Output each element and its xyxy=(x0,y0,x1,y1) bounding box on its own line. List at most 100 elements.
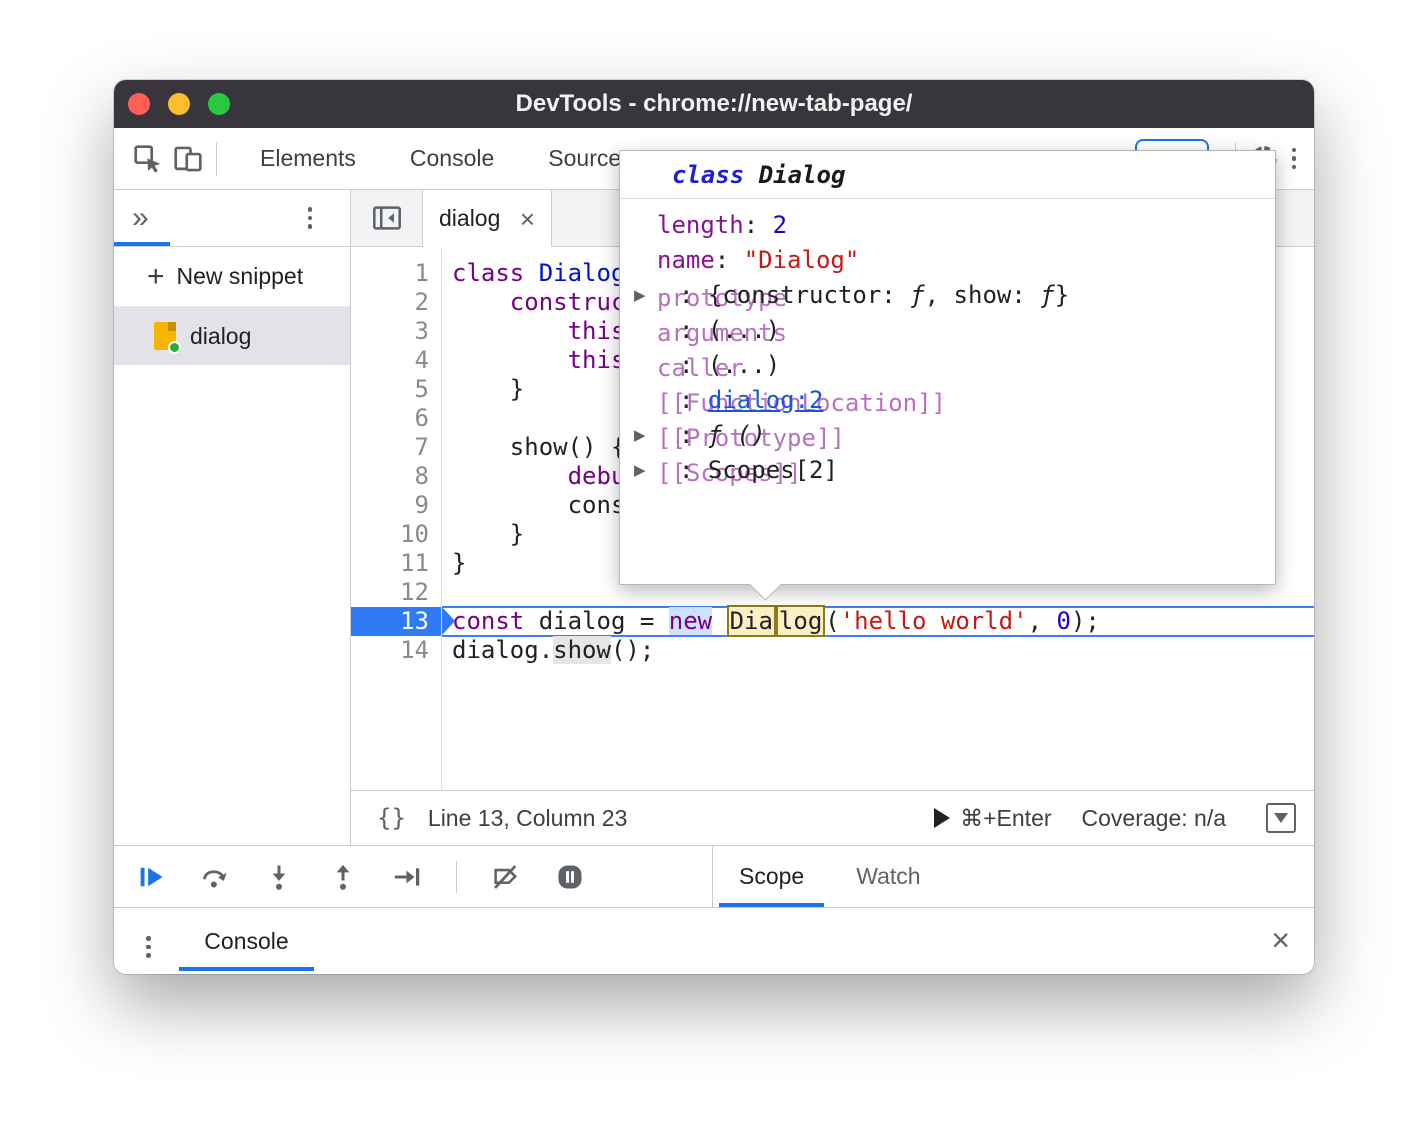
property-name: arguments xyxy=(657,319,679,341)
snippet-item-label: dialog xyxy=(190,323,251,350)
property-value: ƒ () xyxy=(708,421,766,449)
unsaved-dot-badge xyxy=(168,341,181,354)
toolbar-separator xyxy=(216,142,217,176)
drawer-tab-console[interactable]: Console xyxy=(179,908,314,974)
line-number[interactable]: 7 xyxy=(351,433,441,462)
cursor-position-label: Line 13, Column 23 xyxy=(428,805,627,832)
console-drawer: Console × xyxy=(114,907,1314,974)
tab-watch[interactable]: Watch xyxy=(830,846,946,907)
popup-row: arguments: (...) xyxy=(620,312,1275,347)
property-value: dialog:2 xyxy=(708,386,824,414)
more-options-icon[interactable] xyxy=(1284,140,1305,178)
close-tab-icon[interactable]: × xyxy=(520,206,535,232)
new-snippet-button[interactable]: + New snippet xyxy=(114,247,350,307)
line-number[interactable]: 11 xyxy=(351,549,441,578)
close-window-button[interactable] xyxy=(128,93,150,115)
popup-row: caller: (...) xyxy=(620,347,1275,382)
property-name: caller xyxy=(657,354,679,376)
object-popover: class Dialog length: 2name: "Dialog"▶pro… xyxy=(619,150,1276,585)
property-value: "Dialog" xyxy=(744,246,860,274)
line-number[interactable]: 3 xyxy=(351,317,441,346)
editor-tab-label: dialog xyxy=(439,205,500,232)
devtools-window: DevTools - chrome://new-tab-page/ Elemen… xyxy=(114,80,1314,974)
popup-row: name: "Dialog" xyxy=(620,242,1275,277)
title-bar: DevTools - chrome://new-tab-page/ xyxy=(114,80,1314,128)
code-line[interactable]: dialog.show(); xyxy=(452,636,1314,665)
snippet-item-dialog[interactable]: dialog xyxy=(114,307,350,365)
resume-script-icon[interactable] xyxy=(134,860,168,894)
inspect-element-icon[interactable] xyxy=(128,139,168,179)
line-number[interactable]: 6 xyxy=(351,404,441,433)
popup-rows: length: 2name: "Dialog"▶prototype: {cons… xyxy=(620,199,1275,487)
popup-row: [[FunctionLocation]]: dialog:2 xyxy=(620,382,1275,417)
property-value: {constructor: ƒ, show: ƒ} xyxy=(708,281,1069,309)
pretty-print-icon[interactable]: {} xyxy=(377,804,406,832)
line-number[interactable]: 12 xyxy=(351,578,441,607)
debugger-controls xyxy=(134,846,587,907)
step-over-icon[interactable] xyxy=(198,860,232,894)
more-tabs-icon[interactable]: » xyxy=(132,201,149,235)
expand-arrow-icon[interactable]: ▶ xyxy=(634,286,657,304)
tab-elements[interactable]: Elements xyxy=(233,128,383,189)
step-icon[interactable] xyxy=(390,860,424,894)
property-value: (...) xyxy=(708,351,780,379)
code-line[interactable]: const dialog = new Dialog('hello world',… xyxy=(452,607,1314,636)
line-number[interactable]: 8 xyxy=(351,462,441,491)
property-name: length xyxy=(657,211,744,239)
expand-arrow-icon[interactable]: ▶ xyxy=(634,461,657,479)
zoom-window-button[interactable] xyxy=(208,93,230,115)
plus-icon: + xyxy=(147,260,165,294)
line-number[interactable]: 2 xyxy=(351,288,441,317)
function-location-link[interactable]: dialog:2 xyxy=(708,386,824,414)
debugger-sidebar-tabs: Scope Watch xyxy=(713,846,1314,907)
editor-status-bar: {} Line 13, Column 23 ⌘+Enter Coverage: … xyxy=(351,790,1314,845)
run-shortcut-label: ⌘+Enter xyxy=(960,805,1051,832)
popup-row[interactable]: ▶[[Prototype]]: ƒ () xyxy=(620,417,1275,452)
snippet-file-icon xyxy=(154,322,176,350)
deactivate-breakpoints-icon[interactable] xyxy=(489,860,523,894)
new-snippet-label: New snippet xyxy=(177,263,304,290)
close-drawer-icon[interactable]: × xyxy=(1271,924,1290,956)
popup-header-text: class Dialog xyxy=(672,161,845,189)
popup-row: length: 2 xyxy=(620,207,1275,242)
property-name: prototype xyxy=(657,284,679,306)
line-gutter: 1234567891011121314 xyxy=(351,247,442,790)
property-name: name xyxy=(657,246,715,274)
minimize-window-button[interactable] xyxy=(168,93,190,115)
window-title: DevTools - chrome://new-tab-page/ xyxy=(516,90,913,118)
active-tab-indicator xyxy=(114,242,170,246)
line-number[interactable]: 14 xyxy=(351,636,441,665)
line-number[interactable]: 5 xyxy=(351,375,441,404)
pause-on-exceptions-icon[interactable] xyxy=(553,860,587,894)
tab-console[interactable]: Console xyxy=(383,128,521,189)
panel-down-icon[interactable] xyxy=(1266,803,1296,833)
line-number[interactable]: 10 xyxy=(351,520,441,549)
step-out-icon[interactable] xyxy=(326,860,360,894)
debugger-toolbar: Scope Watch xyxy=(114,845,1314,907)
popup-row[interactable]: ▶prototype: {constructor: ƒ, show: ƒ} xyxy=(620,277,1275,312)
drawer-more-options-icon[interactable] xyxy=(138,928,159,966)
expand-arrow-icon[interactable]: ▶ xyxy=(634,426,657,444)
popup-row[interactable]: ▶[[Scopes]]: Scopes[2] xyxy=(620,452,1275,487)
snippets-sidebar: » + New snippet dialog xyxy=(114,190,351,845)
collapse-sidebar-icon[interactable] xyxy=(371,204,403,232)
coverage-label: Coverage: n/a xyxy=(1082,805,1226,832)
run-snippet-icon[interactable] xyxy=(934,808,950,828)
debugger-separator xyxy=(456,861,457,893)
line-number[interactable]: 13 xyxy=(351,607,441,636)
sidebar-more-options-icon[interactable] xyxy=(300,199,321,237)
line-number[interactable]: 1 xyxy=(351,259,441,288)
line-number[interactable]: 4 xyxy=(351,346,441,375)
property-value: 2 xyxy=(773,211,787,239)
sidebar-header: » xyxy=(114,190,350,247)
tab-scope[interactable]: Scope xyxy=(713,846,830,907)
property-name: [[Scopes]] xyxy=(657,459,679,481)
editor-tab-dialog[interactable]: dialog × xyxy=(422,190,552,247)
panel-tabs: Elements Console Sources xyxy=(233,128,660,189)
line-number[interactable]: 9 xyxy=(351,491,441,520)
step-into-icon[interactable] xyxy=(262,860,296,894)
property-value: (...) xyxy=(708,316,780,344)
property-name: [[Prototype]] xyxy=(657,424,679,446)
device-toolbar-icon[interactable] xyxy=(168,139,208,179)
status-bar-right: ⌘+Enter Coverage: n/a xyxy=(934,803,1314,833)
